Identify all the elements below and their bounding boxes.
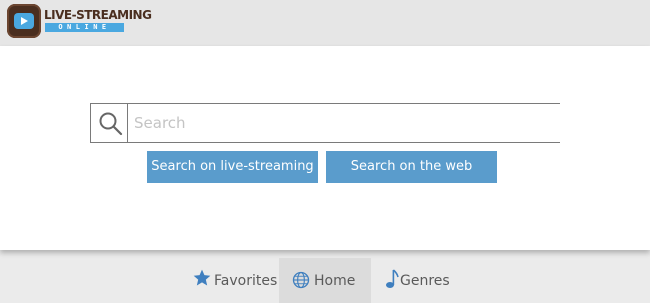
play-icon [7,4,41,38]
globe-icon [292,271,310,289]
site-logo[interactable]: LIVE-STREAMING ONLINE [7,4,167,40]
bottom-nav: Favorites Home Genres [0,258,650,303]
search-icon [99,112,123,141]
search-box[interactable] [90,103,560,143]
search-panel: Search on live-streaming Search on the w… [0,46,650,250]
site-header: LIVE-STREAMING ONLINE [0,0,650,46]
nav-favorites[interactable]: Favorites [188,258,278,303]
nav-home-label: Home [314,273,356,289]
logo-title: LIVE-STREAMING [44,8,152,22]
star-icon [193,269,211,286]
nav-genres-label: Genres [400,273,450,289]
search-web-button[interactable]: Search on the web [326,151,497,183]
search-input[interactable] [131,104,551,142]
nav-favorites-label: Favorites [214,273,278,289]
search-divider [127,104,128,142]
search-site-button[interactable]: Search on live-streaming [147,151,318,183]
nav-home[interactable]: Home [279,258,371,303]
music-note-icon [386,269,399,288]
logo-subtitle: ONLINE [45,23,124,32]
nav-genres[interactable]: Genres [380,258,470,303]
